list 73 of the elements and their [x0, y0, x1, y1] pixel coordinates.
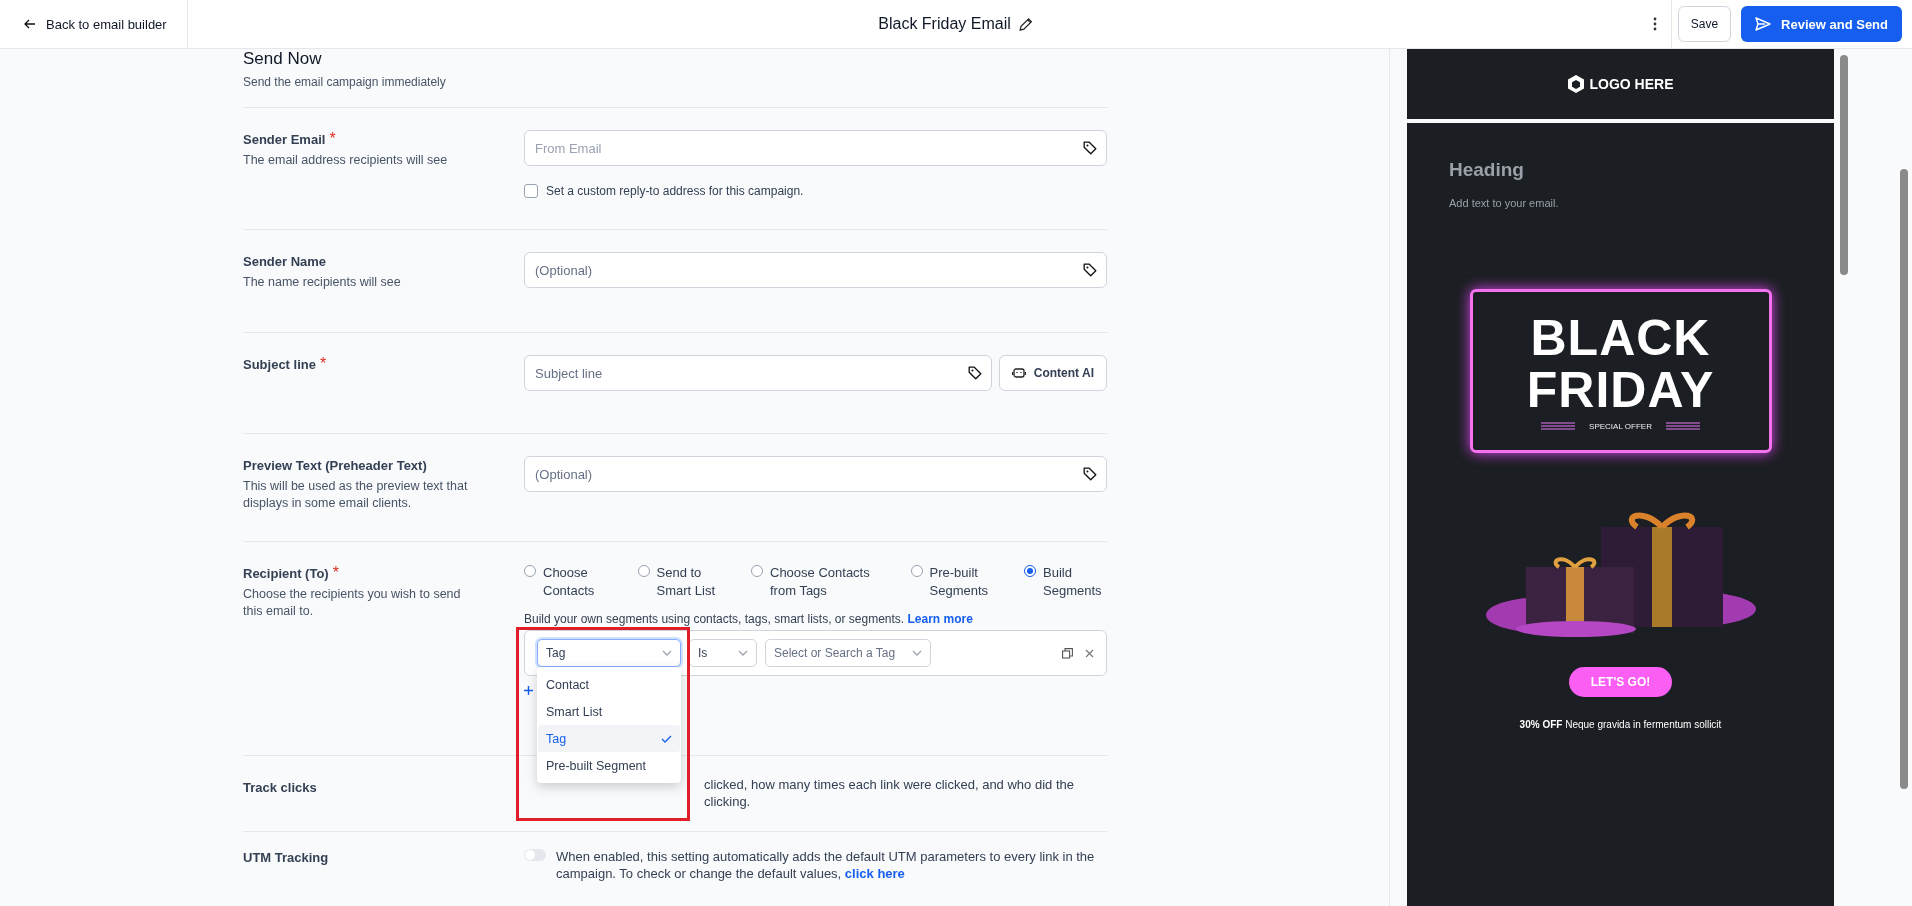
close-icon[interactable]	[1085, 648, 1094, 658]
menu-option[interactable]: Smart List	[538, 698, 680, 725]
learn-more-link[interactable]: Learn more	[907, 612, 973, 626]
field-hint: The email address recipients will see	[243, 152, 449, 169]
scrollbar[interactable]	[1840, 55, 1848, 275]
field-hint: This will be used as the preview text that displays in some email clients.	[243, 478, 469, 512]
tag-icon[interactable]	[1082, 466, 1098, 482]
operator-select[interactable]: Is	[689, 639, 757, 667]
field-label: Track clicks	[243, 780, 317, 795]
back-link[interactable]: Back to email builder	[0, 0, 188, 48]
menu-option[interactable]: Pre-built Segment	[538, 752, 680, 779]
tag-icon[interactable]	[1082, 140, 1098, 156]
offer-text: 30% OFF Neque gravida in fermentum sollicit	[1519, 719, 1722, 730]
subject-line-field[interactable]: Subject line	[524, 355, 992, 391]
arrow-left-icon	[24, 19, 36, 29]
menu-option[interactable]: Tag	[538, 725, 680, 752]
help-text: Build your own segments using contacts, tags, smart lists, or segments. Learn more	[524, 612, 974, 626]
sender-name-field[interactable]: (Optional)	[524, 252, 1107, 288]
field-label: Subject line	[243, 357, 316, 372]
recipient-radio[interactable]: Choose Contacts from Tags	[751, 564, 880, 600]
scrollbar[interactable]	[1900, 169, 1908, 789]
lines-icon	[1541, 422, 1576, 430]
preview-text-field[interactable]: (Optional)	[524, 456, 1107, 492]
email-title: Black Friday Email	[878, 15, 1011, 33]
checkbox-label: Set a custom reply-to address for this campaign.	[546, 184, 804, 198]
banner-title: FRIDAY	[1526, 363, 1715, 416]
utm-toggle[interactable]	[524, 849, 546, 861]
field-label: UTM Tracking	[243, 850, 329, 865]
required-mark: *	[329, 130, 336, 147]
recipient-radio[interactable]: Choose Contacts	[524, 564, 607, 600]
banner-subtitle: SPECIAL OFFER	[1589, 421, 1652, 431]
hexagon-logo-icon	[1567, 74, 1586, 94]
content-ai-button[interactable]: Content AI	[998, 355, 1107, 391]
copy-icon[interactable]	[1062, 647, 1073, 659]
track-clicks-description: clicked, how many times each link were clicked, and who did the clicking.	[704, 776, 1075, 811]
field-label: Recipient (To)	[243, 566, 329, 581]
tag-icon[interactable]	[966, 365, 983, 381]
send-icon	[1755, 17, 1772, 31]
field-hint: Choose the recipients you wish to send this email to.	[243, 586, 462, 620]
more-icon[interactable]	[1652, 17, 1657, 31]
section-title: Send Now	[243, 49, 323, 69]
save-button[interactable]: Save	[1677, 6, 1732, 42]
chevron-down-icon	[738, 650, 748, 656]
field-select[interactable]: Tag	[537, 639, 681, 667]
logo-text: LOGO HERE	[1589, 76, 1674, 92]
sender-email-field[interactable]: From Email	[524, 130, 1107, 166]
recipient-radio[interactable]: Build Segments	[1024, 564, 1107, 600]
chevron-down-icon	[662, 650, 672, 656]
required-mark: *	[319, 355, 327, 372]
required-mark: *	[332, 564, 339, 581]
click-here-link[interactable]: click here	[844, 866, 905, 881]
pencil-icon[interactable]	[1018, 16, 1034, 32]
email-body-text: Add text to your email.	[1449, 197, 1559, 209]
field-hint: The name recipients will see	[243, 274, 402, 291]
field-label: Sender Name	[243, 254, 327, 269]
recipient-radio[interactable]: Pre-built Segments	[910, 564, 994, 600]
utm-description: When enabled, this setting automatically adds the default UTM parameters to every link in the campaign. To check or change the default values, click here	[556, 848, 1096, 882]
banner-title: BLACK	[1530, 311, 1711, 364]
check-icon	[661, 734, 672, 743]
review-and-send-button[interactable]: Review and Send	[1741, 6, 1902, 42]
recipient-radio[interactable]: Send to Smart List	[637, 564, 721, 600]
tag-icon[interactable]	[1082, 262, 1098, 278]
section-subtitle: Send the email campaign immediately	[243, 75, 447, 89]
reply-to-checkbox[interactable]	[524, 184, 538, 198]
field-label: Preview Text (Preheader Text)	[243, 458, 427, 473]
lines-icon	[1665, 422, 1700, 430]
robot-icon	[1011, 367, 1026, 379]
tag-select[interactable]: Select or Search a Tag	[765, 639, 931, 667]
menu-option[interactable]: Contact	[538, 671, 680, 698]
chevron-down-icon	[912, 650, 922, 656]
field-label: Sender Email	[243, 132, 326, 147]
plus-icon[interactable]	[524, 686, 533, 695]
email-heading: Heading	[1449, 159, 1524, 181]
